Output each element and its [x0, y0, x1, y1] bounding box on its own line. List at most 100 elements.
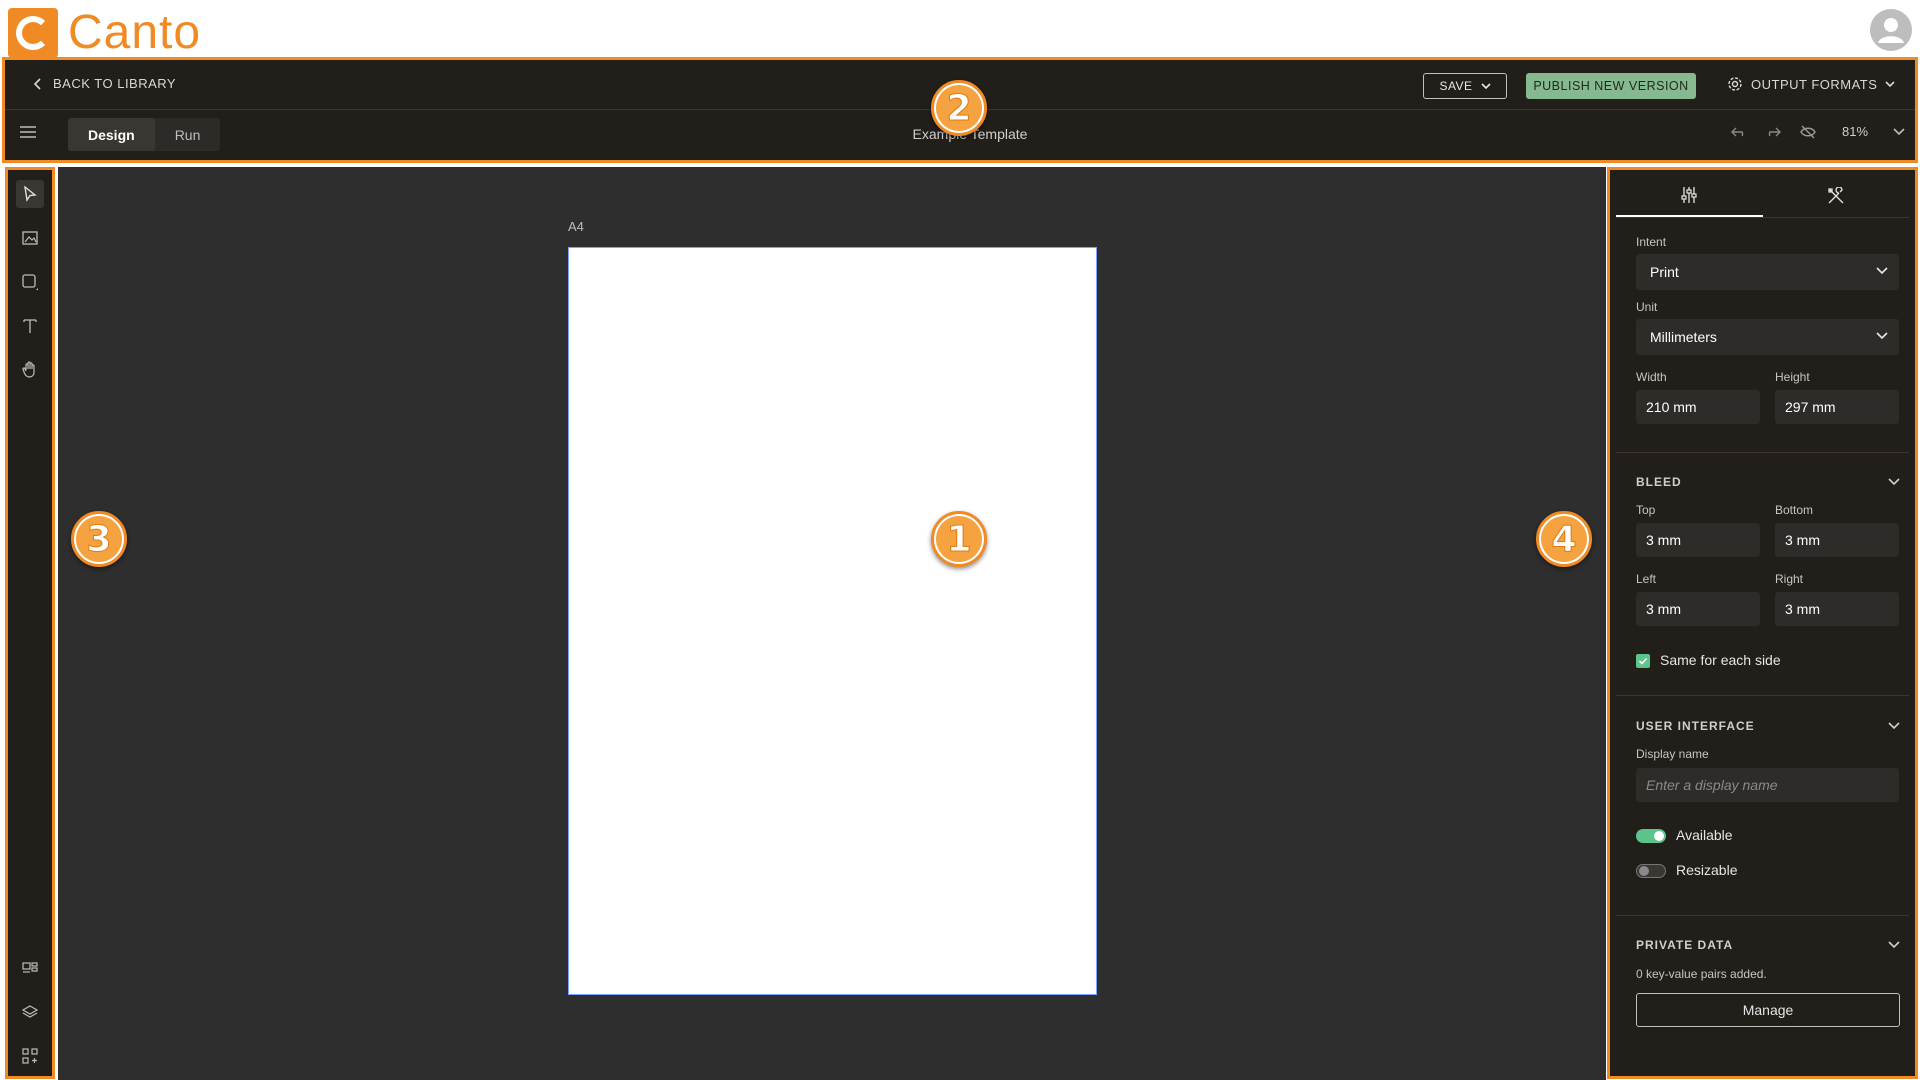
tab-design[interactable]: Design	[68, 118, 155, 151]
panel-tabs	[1616, 174, 1909, 218]
callout-badge-1: 1	[931, 511, 987, 567]
callout-number-4: 4	[1541, 516, 1587, 562]
layers-icon	[22, 1005, 38, 1018]
bleed-bottom-label: Bottom	[1775, 503, 1814, 517]
canto-logo[interactable]: Canto	[8, 5, 201, 60]
layout-tool[interactable]	[16, 954, 44, 982]
brand-name: Canto	[68, 6, 202, 59]
text-tool[interactable]	[16, 312, 44, 340]
save-label: SAVE	[1439, 79, 1473, 93]
image-icon	[22, 231, 38, 245]
unit-select[interactable]: Millimeters	[1636, 319, 1899, 355]
callout-number-1: 1	[936, 516, 982, 562]
shape-icon	[22, 274, 38, 290]
private-data-section-title: PRIVATE DATA	[1636, 938, 1734, 952]
bleed-top-field[interactable]: 3 mm	[1636, 523, 1760, 557]
intent-label: Intent	[1636, 235, 1667, 249]
brand-bar: Canto	[0, 0, 1920, 60]
chevron-down-icon	[1876, 267, 1888, 275]
width-label: Width	[1636, 370, 1667, 384]
available-label: Available	[1676, 827, 1733, 843]
divider	[1616, 695, 1909, 696]
save-button[interactable]: SAVE	[1423, 73, 1507, 99]
bleed-right-label: Right	[1775, 572, 1804, 586]
layout-icon	[22, 962, 38, 973]
mode-tabs: Design Run	[68, 118, 221, 151]
callout-number-2: 2	[936, 85, 982, 131]
bleed-left-field[interactable]: 3 mm	[1636, 592, 1760, 626]
resizable-label: Resizable	[1676, 862, 1738, 878]
back-to-library-link[interactable]: BACK TO LIBRARY	[33, 76, 176, 91]
avatar[interactable]	[1870, 9, 1912, 51]
properties-panel: Intent Print Unit Millimeters Width 210 …	[1607, 167, 1918, 1079]
intent-value: Print	[1650, 264, 1679, 280]
divider	[1616, 452, 1909, 453]
unit-value: Millimeters	[1650, 329, 1717, 345]
redo-icon[interactable]	[1765, 126, 1781, 138]
resizable-toggle[interactable]	[1636, 864, 1666, 878]
left-toolbar	[5, 167, 55, 1079]
bleed-top-label: Top	[1636, 503, 1656, 517]
bleed-left-label: Left	[1636, 572, 1657, 586]
tools-icon	[1828, 186, 1844, 203]
sliders-icon	[1681, 186, 1697, 203]
page-size-label: A4	[568, 219, 584, 234]
back-to-library-label: BACK TO LIBRARY	[53, 76, 177, 91]
publish-new-version-button[interactable]: PUBLISH NEW VERSION	[1526, 73, 1696, 99]
chevron-left-icon	[33, 77, 41, 90]
callout-badge-2: 2	[931, 80, 987, 136]
canto-logo-icon	[8, 7, 58, 58]
chevron-down-icon[interactable]	[1887, 475, 1901, 489]
manage-button[interactable]: Manage	[1636, 993, 1900, 1027]
divider	[1616, 915, 1909, 916]
components-tool[interactable]	[16, 1042, 44, 1070]
text-icon	[23, 319, 37, 333]
private-data-count: 0 key-value pairs added.	[1636, 967, 1767, 981]
callout-number-3: 3	[76, 516, 122, 562]
width-field[interactable]: 210 mm	[1636, 390, 1760, 424]
display-name-input[interactable]: Enter a display name	[1636, 768, 1899, 802]
visibility-off-icon[interactable]	[1799, 125, 1817, 139]
tab-properties[interactable]	[1616, 174, 1763, 217]
output-formats-label: OUTPUT FORMATS	[1751, 76, 1878, 92]
bleed-bottom-field[interactable]: 3 mm	[1775, 523, 1899, 557]
user-interface-section-title: USER INTERFACE	[1636, 719, 1755, 733]
chevron-down-icon	[1480, 82, 1491, 89]
chevron-down-icon	[1876, 332, 1888, 340]
design-canvas[interactable]: A4	[58, 167, 1606, 1080]
hand-tool[interactable]	[16, 356, 44, 384]
hand-icon	[22, 361, 35, 378]
page-a4[interactable]	[568, 247, 1097, 995]
select-tool[interactable]	[16, 180, 44, 208]
bleed-right-field[interactable]: 3 mm	[1775, 592, 1899, 626]
output-formats-button[interactable]: OUTPUT FORMATS	[1727, 76, 1895, 92]
chevron-down-icon[interactable]	[1893, 127, 1905, 136]
select-icon	[24, 186, 37, 202]
chevron-down-icon[interactable]	[1887, 719, 1901, 733]
hamburger-menu-icon[interactable]	[19, 125, 37, 144]
same-each-side-label: Same for each side	[1660, 652, 1781, 668]
chevron-down-icon	[1885, 80, 1895, 87]
intent-select[interactable]: Print	[1636, 254, 1899, 290]
display-name-label: Display name	[1636, 747, 1709, 761]
chevron-down-icon[interactable]	[1887, 938, 1901, 952]
height-label: Height	[1775, 370, 1810, 384]
image-tool[interactable]	[16, 224, 44, 252]
header-actions: 81%	[1731, 124, 1905, 139]
bleed-section-title: BLEED	[1636, 475, 1682, 489]
components-icon	[22, 1048, 38, 1064]
tab-tools[interactable]	[1763, 174, 1910, 217]
check-icon	[1638, 657, 1648, 665]
unit-label: Unit	[1636, 300, 1658, 314]
gear-icon	[1728, 77, 1742, 91]
height-field[interactable]: 297 mm	[1775, 390, 1899, 424]
zoom-level[interactable]: 81%	[1835, 124, 1875, 139]
available-toggle[interactable]	[1636, 829, 1666, 843]
shape-tool[interactable]	[16, 268, 44, 296]
layers-tool[interactable]	[16, 998, 44, 1026]
user-icon	[1878, 18, 1904, 43]
same-each-side-checkbox[interactable]	[1636, 654, 1650, 668]
callout-badge-4: 4	[1536, 511, 1592, 567]
undo-icon[interactable]	[1731, 126, 1747, 138]
tab-run[interactable]: Run	[155, 118, 221, 151]
